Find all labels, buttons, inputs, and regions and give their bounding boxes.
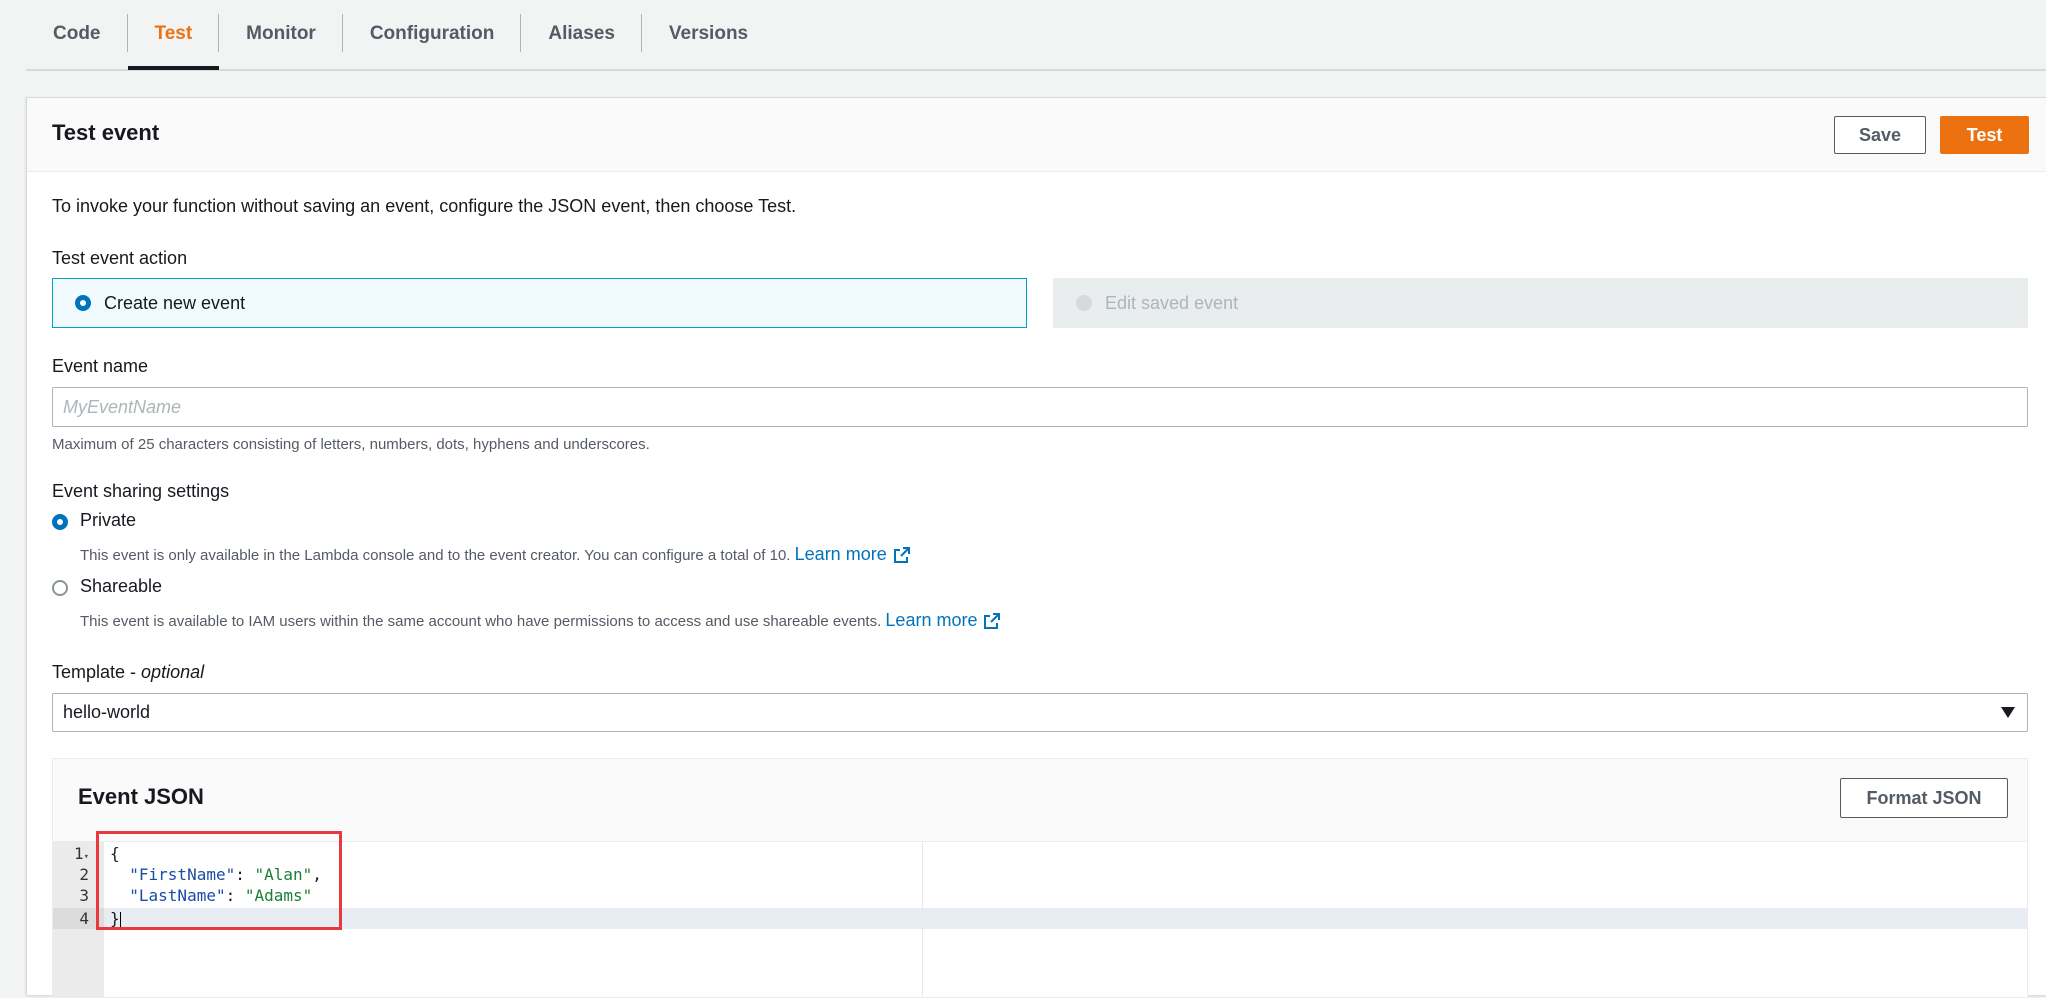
template-selected-value: hello-world (63, 702, 151, 722)
create-new-event-label: Create new event (104, 292, 246, 313)
tab-versions[interactable]: Versions (642, 0, 775, 68)
private-label: Private (80, 510, 137, 530)
event-name-hint: Maximum of 25 characters consisting of l… (52, 436, 650, 453)
intro-text: To invoke your function without saving a… (52, 196, 797, 216)
event-name-label: Event name (52, 356, 149, 376)
test-button[interactable]: Test (1940, 116, 2029, 154)
tab-test-label: Test (154, 23, 193, 44)
shareable-learn-more-text: Learn more (885, 610, 978, 630)
template-label-text: Template - (52, 662, 142, 682)
tab-versions-label: Versions (668, 23, 749, 44)
event-name-input[interactable] (52, 387, 2028, 427)
private-learn-more-link[interactable]: Learn more (795, 544, 911, 564)
tab-code-label: Code (53, 23, 101, 44)
tab-monitor-label: Monitor (246, 23, 316, 44)
edit-saved-event-label: Edit saved event (1105, 292, 1239, 313)
external-link-icon (893, 547, 910, 564)
print-margin (922, 842, 923, 997)
tab-code[interactable]: Code (26, 0, 128, 68)
tab-monitor[interactable]: Monitor (219, 0, 343, 68)
active-line-highlight (104, 908, 2027, 929)
caret-down-icon (2001, 707, 2015, 718)
save-button[interactable]: Save (1834, 116, 1926, 154)
event-json-panel: Event JSON Format JSON 1▾ 2 3 4 { "First… (52, 758, 2028, 998)
function-tabs: Code Test Monitor Configuration Aliases … (26, 0, 2046, 71)
template-label: Template - optional (52, 662, 204, 683)
line-number: 4 (79, 909, 89, 928)
template-select[interactable]: hello-world (52, 693, 2028, 732)
tab-test[interactable]: Test (127, 0, 220, 70)
edit-saved-event-radio[interactable] (1076, 295, 1092, 311)
private-description-text: This event is only available in the Lamb… (80, 547, 791, 564)
private-description: This event is only available in the Lamb… (80, 544, 911, 565)
format-json-button[interactable]: Format JSON (1840, 778, 2008, 818)
event-json-title: Event JSON (78, 784, 204, 809)
line-number: 3 (79, 886, 89, 905)
shareable-description-text: This event is available to IAM users wit… (80, 613, 882, 630)
active-tab-indicator (127, 66, 220, 70)
tab-aliases[interactable]: Aliases (521, 0, 642, 68)
private-radio[interactable] (52, 514, 68, 530)
line-number: 1▾ (53, 844, 89, 863)
line-number: 2 (79, 865, 89, 884)
shareable-label: Shareable (80, 576, 163, 596)
test-event-action-label: Test event action (52, 248, 188, 268)
panel-header: Test event Save Test (27, 98, 2046, 172)
template-optional-label: optional (141, 662, 205, 682)
json-highlight-annotation (96, 831, 342, 930)
shareable-learn-more-link[interactable]: Learn more (885, 610, 1001, 630)
shareable-description: This event is available to IAM users wit… (80, 610, 1001, 631)
tab-configuration-label: Configuration (369, 23, 495, 44)
create-new-event-option[interactable]: Create new event (52, 278, 1027, 328)
line-number-1: 1 (73, 844, 84, 863)
panel-title: Test event (52, 120, 160, 145)
event-sharing-label: Event sharing settings (52, 481, 230, 501)
json-code-editor[interactable]: 1▾ 2 3 4 { "FirstName": "Alan", "LastNam… (53, 841, 2027, 997)
external-link-icon (984, 613, 1001, 630)
private-learn-more-text: Learn more (794, 544, 887, 564)
tab-aliases-label: Aliases (548, 23, 615, 44)
fold-arrow-icon[interactable]: ▾ (84, 852, 89, 862)
tab-configuration[interactable]: Configuration (343, 0, 522, 68)
edit-saved-event-option[interactable]: Edit saved event (1053, 278, 2028, 328)
shareable-radio[interactable] (52, 580, 68, 596)
create-new-event-radio[interactable] (75, 295, 91, 311)
